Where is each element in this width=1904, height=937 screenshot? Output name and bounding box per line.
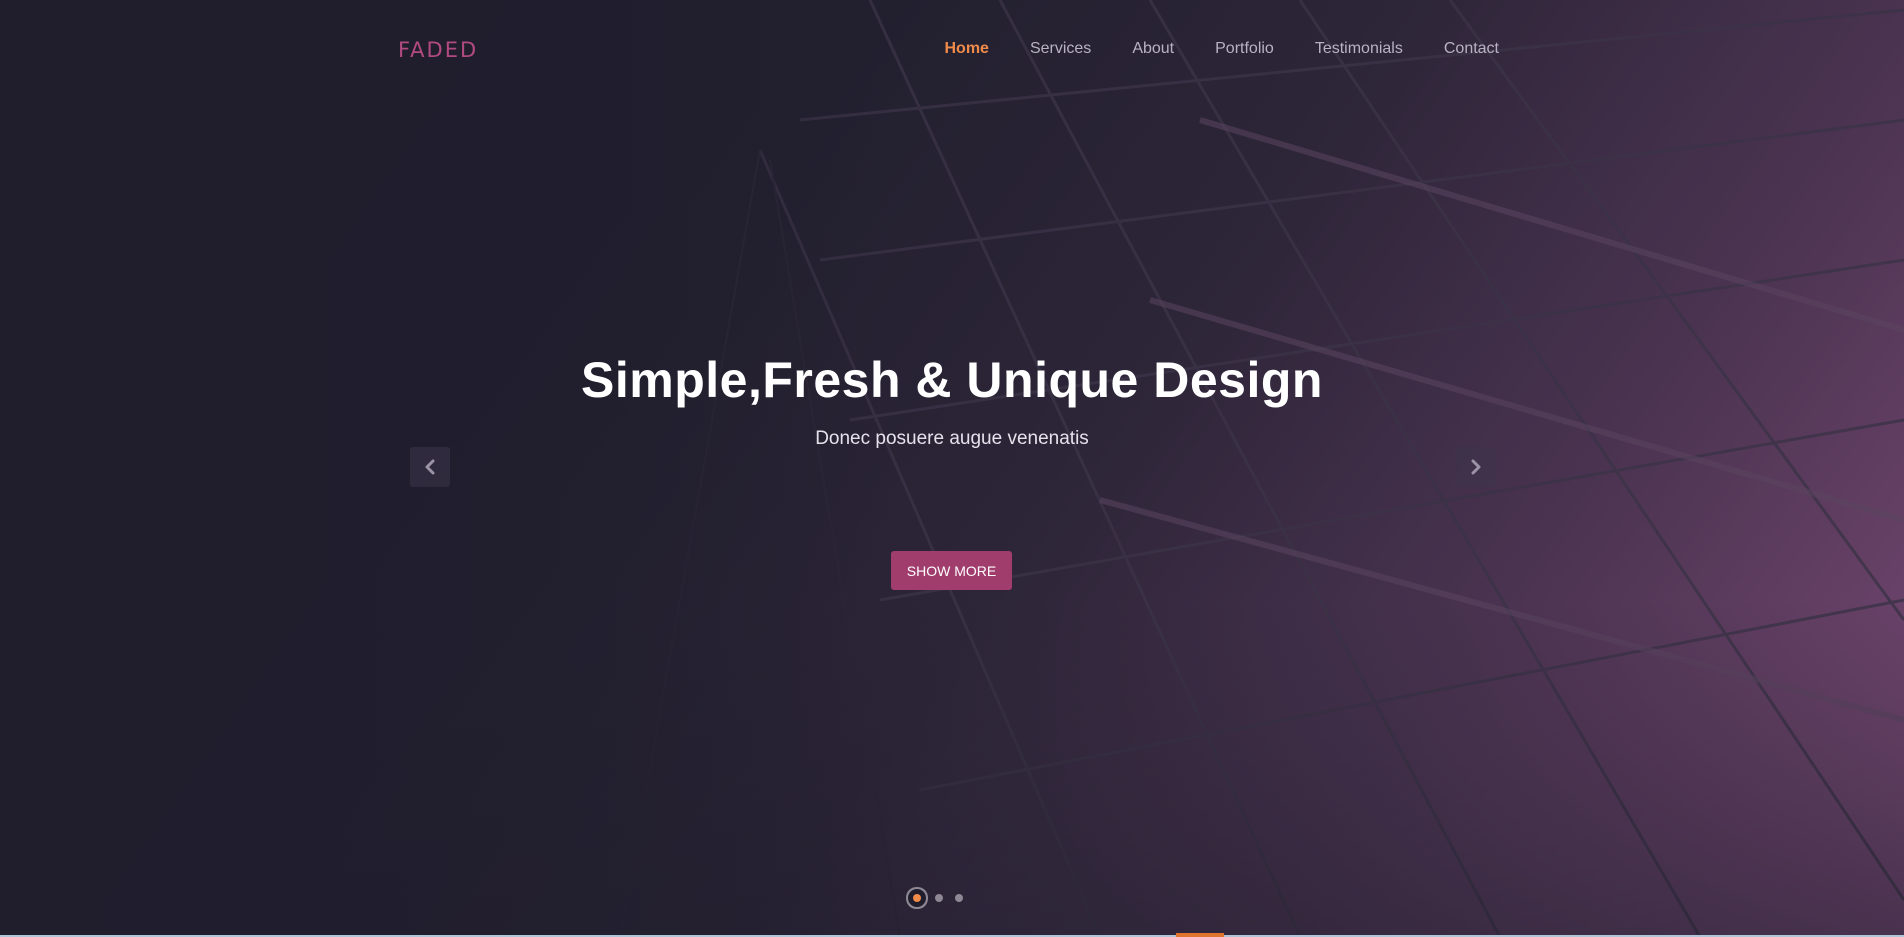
brand-logo[interactable]: FaDeD bbox=[398, 30, 478, 65]
nav-item-about[interactable]: About bbox=[1132, 40, 1174, 58]
nav-item-home[interactable]: Home bbox=[945, 40, 989, 58]
main-nav: Home Services About Portfolio Testimonia… bbox=[945, 40, 1500, 58]
hero-headline: Simple,Fresh & Unique Design bbox=[581, 352, 1323, 408]
slider-dot-2[interactable] bbox=[935, 894, 943, 902]
hero-subheadline: Donec posuere augue venenatis bbox=[815, 428, 1089, 449]
slider-dot-1[interactable] bbox=[913, 894, 921, 902]
slider-dot-3[interactable] bbox=[955, 894, 963, 902]
hero-slider: FaDeD Home Services About Portfolio Test… bbox=[0, 0, 1904, 937]
hero-overlay-bottom bbox=[0, 600, 1904, 937]
slider-next-button[interactable] bbox=[1456, 447, 1496, 487]
scroll-indicator bbox=[1176, 933, 1224, 937]
slider-pagination bbox=[913, 894, 963, 902]
nav-item-portfolio[interactable]: Portfolio bbox=[1215, 40, 1274, 58]
chevron-left-icon bbox=[425, 459, 435, 475]
chevron-right-icon bbox=[1471, 459, 1481, 475]
show-more-button[interactable]: SHOW MORE bbox=[891, 551, 1012, 590]
slider-prev-button[interactable] bbox=[410, 447, 450, 487]
nav-item-testimonials[interactable]: Testimonials bbox=[1315, 40, 1403, 58]
nav-item-contact[interactable]: Contact bbox=[1444, 40, 1499, 58]
nav-item-services[interactable]: Services bbox=[1030, 40, 1091, 58]
